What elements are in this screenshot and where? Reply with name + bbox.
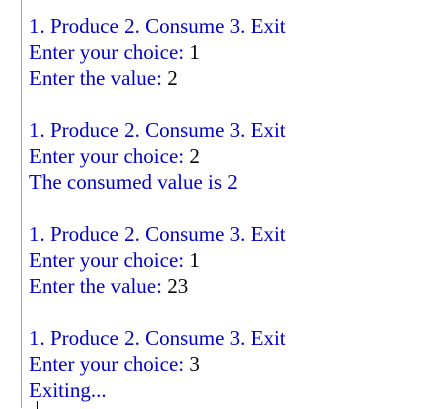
result-line: Enter the value: 2: [29, 65, 434, 91]
menu-line: 1. Produce 2. Consume 3. Exit: [29, 222, 286, 246]
choice-line: Enter your choice: 1: [29, 39, 434, 65]
choice-prompt: Enter your choice:: [29, 40, 190, 64]
console-output[interactable]: 1. Produce 2. Consume 3. Exit Enter your…: [29, 13, 434, 403]
result-line: Enter the value: 23: [29, 273, 434, 299]
result-line: The consumed value is 2: [29, 169, 434, 195]
choice-input-value: 1: [189, 40, 200, 64]
result-label: Enter the value:: [29, 66, 168, 90]
menu-line: 1. Produce 2. Consume 3. Exit: [29, 118, 286, 142]
choice-prompt: Enter your choice:: [29, 144, 190, 168]
result-label: The consumed value is 2: [29, 170, 238, 194]
menu-line: 1. Produce 2. Consume 3. Exit: [29, 326, 286, 350]
result-label: Exiting...: [29, 378, 107, 402]
menu-line: 1. Produce 2. Consume 3. Exit: [29, 14, 286, 38]
result-line: Exiting...: [29, 377, 434, 403]
choice-input-value: 2: [189, 144, 200, 168]
choice-line: Enter your choice: 2: [29, 143, 434, 169]
result-input-value: 23: [167, 274, 189, 298]
choice-line: Enter your choice: 1: [29, 247, 434, 273]
choice-input-value: 3: [189, 352, 200, 376]
choice-prompt: Enter your choice:: [29, 248, 190, 272]
result-input-value: 2: [167, 66, 178, 90]
choice-prompt: Enter your choice:: [29, 352, 190, 376]
choice-line: Enter your choice: 3: [29, 351, 434, 377]
choice-input-value: 1: [189, 248, 200, 272]
result-label: Enter the value:: [29, 274, 168, 298]
console-left-border: [21, 0, 22, 408]
